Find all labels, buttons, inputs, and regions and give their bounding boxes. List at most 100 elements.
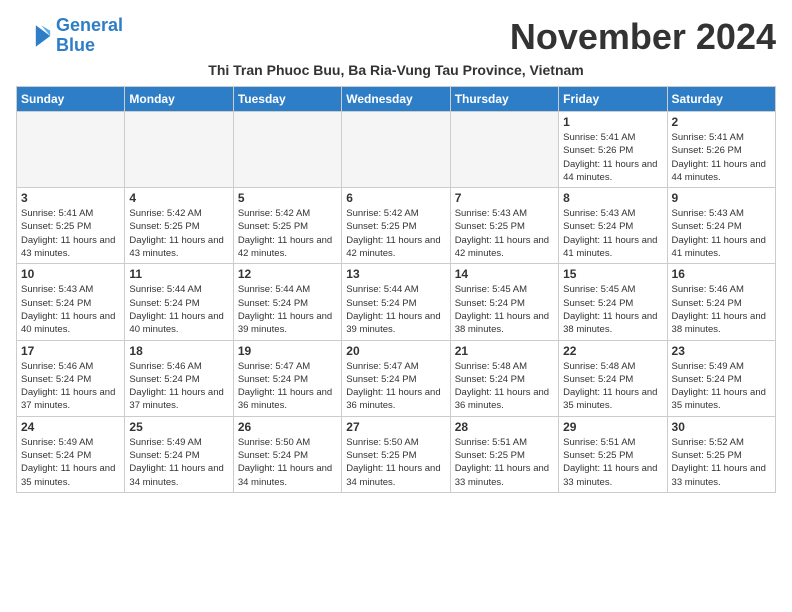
day-info: Sunrise: 5:48 AM Sunset: 5:24 PM Dayligh… — [563, 360, 662, 413]
day-number: 27 — [346, 420, 445, 434]
day-number: 6 — [346, 191, 445, 205]
calendar-header-row: SundayMondayTuesdayWednesdayThursdayFrid… — [17, 87, 776, 112]
calendar-header-wednesday: Wednesday — [342, 87, 450, 112]
calendar-week-2: 3 Sunrise: 5:41 AM Sunset: 5:25 PM Daylig… — [17, 188, 776, 264]
day-number: 1 — [563, 115, 662, 129]
day-number: 22 — [563, 344, 662, 358]
day-info: Sunrise: 5:45 AM Sunset: 5:24 PM Dayligh… — [455, 283, 554, 336]
day-info: Sunrise: 5:51 AM Sunset: 5:25 PM Dayligh… — [563, 436, 662, 489]
day-info: Sunrise: 5:43 AM Sunset: 5:25 PM Dayligh… — [455, 207, 554, 260]
day-number: 21 — [455, 344, 554, 358]
calendar-cell: 21 Sunrise: 5:48 AM Sunset: 5:24 PM Dayli… — [450, 340, 558, 416]
calendar-header-tuesday: Tuesday — [233, 87, 341, 112]
calendar-cell: 16 Sunrise: 5:46 AM Sunset: 5:24 PM Dayli… — [667, 264, 775, 340]
day-number: 18 — [129, 344, 228, 358]
day-number: 9 — [672, 191, 771, 205]
calendar-cell: 2 Sunrise: 5:41 AM Sunset: 5:26 PM Daylig… — [667, 112, 775, 188]
calendar-cell: 18 Sunrise: 5:46 AM Sunset: 5:24 PM Dayli… — [125, 340, 233, 416]
day-info: Sunrise: 5:49 AM Sunset: 5:24 PM Dayligh… — [21, 436, 120, 489]
day-number: 12 — [238, 267, 337, 281]
calendar-cell: 23 Sunrise: 5:49 AM Sunset: 5:24 PM Dayli… — [667, 340, 775, 416]
day-info: Sunrise: 5:48 AM Sunset: 5:24 PM Dayligh… — [455, 360, 554, 413]
calendar-cell: 5Sunrise: 5:42 AM Sunset: 5:25 PM Daylig… — [233, 188, 341, 264]
day-info: Sunrise: 5:41 AM Sunset: 5:26 PM Dayligh… — [672, 131, 771, 184]
day-number: 28 — [455, 420, 554, 434]
calendar-cell: 14 Sunrise: 5:45 AM Sunset: 5:24 PM Dayli… — [450, 264, 558, 340]
calendar-header-monday: Monday — [125, 87, 233, 112]
calendar-week-5: 24 Sunrise: 5:49 AM Sunset: 5:24 PM Dayli… — [17, 416, 776, 492]
day-number: 4 — [129, 191, 228, 205]
day-info: Sunrise: 5:44 AM Sunset: 5:24 PM Dayligh… — [238, 283, 337, 336]
calendar-header-thursday: Thursday — [450, 87, 558, 112]
day-info: Sunrise: 5:41 AM Sunset: 5:25 PM Dayligh… — [21, 207, 120, 260]
month-title: November 2024 — [510, 16, 776, 58]
calendar-header-friday: Friday — [559, 87, 667, 112]
calendar-header-sunday: Sunday — [17, 87, 125, 112]
day-number: 25 — [129, 420, 228, 434]
calendar-cell: 7 Sunrise: 5:43 AM Sunset: 5:25 PM Daylig… — [450, 188, 558, 264]
day-info: Sunrise: 5:46 AM Sunset: 5:24 PM Dayligh… — [672, 283, 771, 336]
calendar-cell — [450, 112, 558, 188]
calendar-cell: 24 Sunrise: 5:49 AM Sunset: 5:24 PM Dayli… — [17, 416, 125, 492]
calendar-cell: 27 Sunrise: 5:50 AM Sunset: 5:25 PM Dayli… — [342, 416, 450, 492]
day-number: 23 — [672, 344, 771, 358]
day-number: 10 — [21, 267, 120, 281]
day-info: Sunrise: 5:52 AM Sunset: 5:25 PM Dayligh… — [672, 436, 771, 489]
calendar-cell: 13Sunrise: 5:44 AM Sunset: 5:24 PM Dayli… — [342, 264, 450, 340]
day-info: Sunrise: 5:46 AM Sunset: 5:24 PM Dayligh… — [129, 360, 228, 413]
subtitle: Thi Tran Phuoc Buu, Ba Ria-Vung Tau Prov… — [16, 62, 776, 78]
calendar-cell: 25 Sunrise: 5:49 AM Sunset: 5:24 PM Dayli… — [125, 416, 233, 492]
day-info: Sunrise: 5:42 AM Sunset: 5:25 PM Dayligh… — [346, 207, 445, 260]
day-info: Sunrise: 5:49 AM Sunset: 5:24 PM Dayligh… — [672, 360, 771, 413]
calendar: SundayMondayTuesdayWednesdayThursdayFrid… — [16, 86, 776, 493]
logo-line2: Blue — [56, 35, 95, 55]
calendar-cell: 17 Sunrise: 5:46 AM Sunset: 5:24 PM Dayli… — [17, 340, 125, 416]
calendar-week-4: 17 Sunrise: 5:46 AM Sunset: 5:24 PM Dayli… — [17, 340, 776, 416]
calendar-cell — [17, 112, 125, 188]
day-info: Sunrise: 5:45 AM Sunset: 5:24 PM Dayligh… — [563, 283, 662, 336]
calendar-header-saturday: Saturday — [667, 87, 775, 112]
calendar-cell — [342, 112, 450, 188]
calendar-week-3: 10 Sunrise: 5:43 AM Sunset: 5:24 PM Dayli… — [17, 264, 776, 340]
day-number: 13 — [346, 267, 445, 281]
day-number: 5 — [238, 191, 337, 205]
calendar-cell: 19Sunrise: 5:47 AM Sunset: 5:24 PM Dayli… — [233, 340, 341, 416]
calendar-cell — [125, 112, 233, 188]
calendar-cell: 30 Sunrise: 5:52 AM Sunset: 5:25 PM Dayli… — [667, 416, 775, 492]
calendar-cell: 11 Sunrise: 5:44 AM Sunset: 5:24 PM Dayli… — [125, 264, 233, 340]
day-info: Sunrise: 5:41 AM Sunset: 5:26 PM Dayligh… — [563, 131, 662, 184]
day-number: 14 — [455, 267, 554, 281]
day-number: 3 — [21, 191, 120, 205]
day-number: 24 — [21, 420, 120, 434]
day-number: 29 — [563, 420, 662, 434]
header: General Blue November 2024 — [16, 16, 776, 58]
day-number: 17 — [21, 344, 120, 358]
day-number: 15 — [563, 267, 662, 281]
calendar-cell: 6 Sunrise: 5:42 AM Sunset: 5:25 PM Daylig… — [342, 188, 450, 264]
calendar-cell: 26Sunrise: 5:50 AM Sunset: 5:24 PM Dayli… — [233, 416, 341, 492]
day-info: Sunrise: 5:51 AM Sunset: 5:25 PM Dayligh… — [455, 436, 554, 489]
logo-line1: General — [56, 15, 123, 35]
calendar-cell: 12 Sunrise: 5:44 AM Sunset: 5:24 PM Dayli… — [233, 264, 341, 340]
day-number: 16 — [672, 267, 771, 281]
calendar-cell: 20 Sunrise: 5:47 AM Sunset: 5:24 PM Dayli… — [342, 340, 450, 416]
calendar-cell: 22 Sunrise: 5:48 AM Sunset: 5:24 PM Dayli… — [559, 340, 667, 416]
day-number: 7 — [455, 191, 554, 205]
day-number: 19 — [238, 344, 337, 358]
calendar-cell: 3 Sunrise: 5:41 AM Sunset: 5:25 PM Daylig… — [17, 188, 125, 264]
day-info: Sunrise: 5:49 AM Sunset: 5:24 PM Dayligh… — [129, 436, 228, 489]
calendar-week-1: 1 Sunrise: 5:41 AM Sunset: 5:26 PM Daylig… — [17, 112, 776, 188]
calendar-cell: 28 Sunrise: 5:51 AM Sunset: 5:25 PM Dayli… — [450, 416, 558, 492]
day-info: Sunrise: 5:47 AM Sunset: 5:24 PM Dayligh… — [346, 360, 445, 413]
day-info: Sunrise: 5:43 AM Sunset: 5:24 PM Dayligh… — [21, 283, 120, 336]
day-info: Sunrise: 5:50 AM Sunset: 5:25 PM Dayligh… — [346, 436, 445, 489]
day-info: Sunrise: 5:44 AM Sunset: 5:24 PM Dayligh… — [129, 283, 228, 336]
day-info: Sunrise: 5:43 AM Sunset: 5:24 PM Dayligh… — [563, 207, 662, 260]
day-number: 8 — [563, 191, 662, 205]
day-number: 11 — [129, 267, 228, 281]
calendar-cell — [233, 112, 341, 188]
day-number: 2 — [672, 115, 771, 129]
day-info: Sunrise: 5:46 AM Sunset: 5:24 PM Dayligh… — [21, 360, 120, 413]
day-number: 20 — [346, 344, 445, 358]
day-number: 30 — [672, 420, 771, 434]
